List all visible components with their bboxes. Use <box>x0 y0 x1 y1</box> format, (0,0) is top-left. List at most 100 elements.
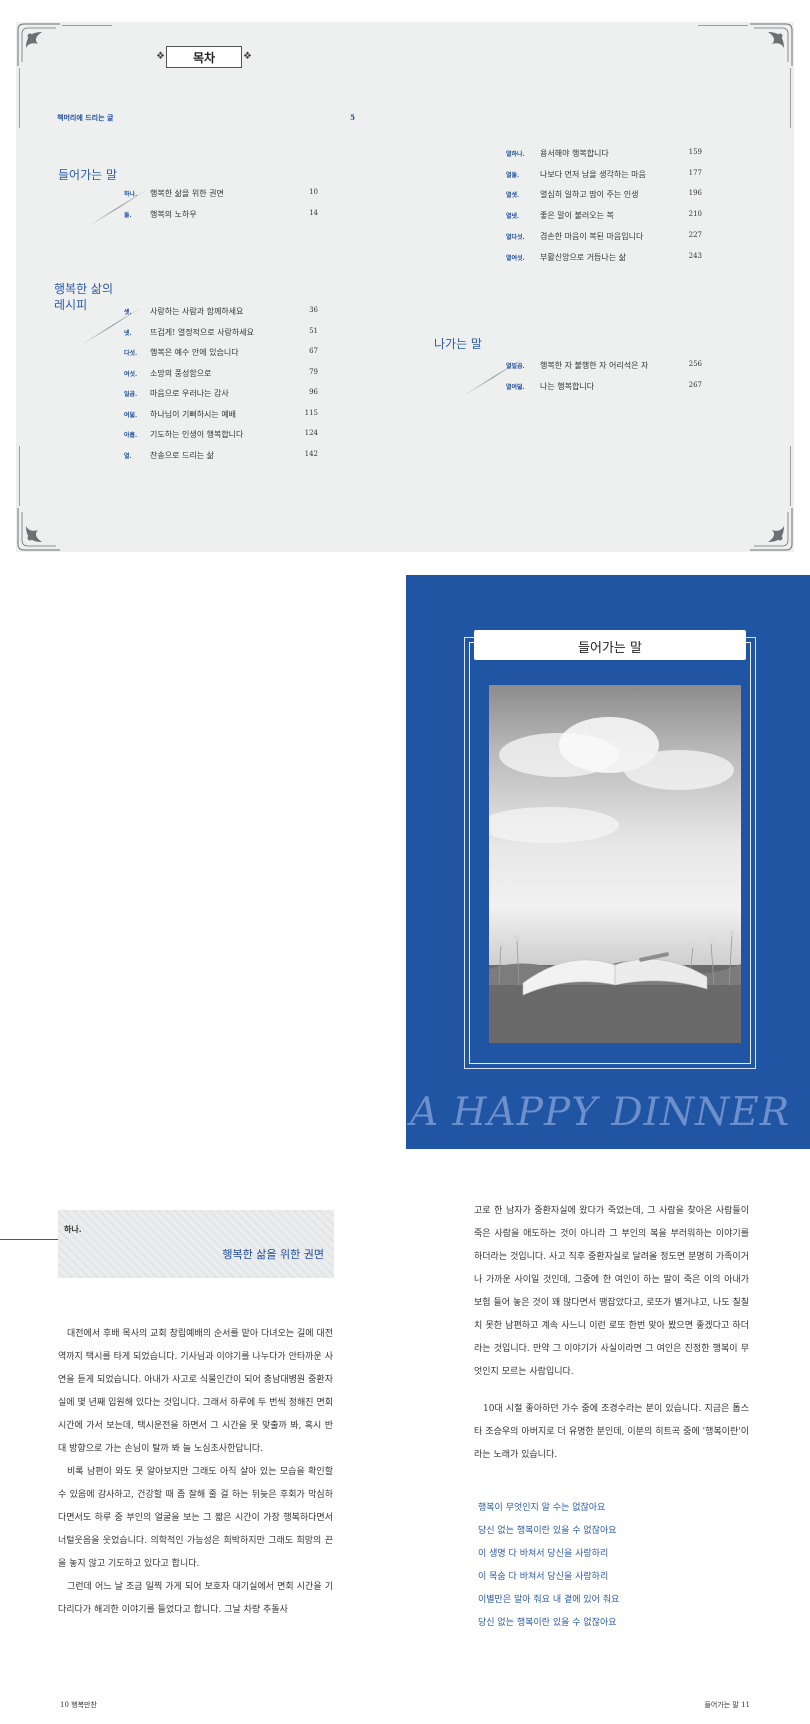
lyric-line: 당신 없는 행복이란 있을 수 없잖아요 <box>478 1526 617 1536</box>
toc-entry-number: 일곱. <box>124 391 138 398</box>
toc-entry[interactable]: 아홉. 기도하는 인생이 행복합니다 124 <box>124 429 318 443</box>
toc-entry-title: 마음으로 우러나는 감사 <box>150 389 229 398</box>
lyric-line: 이 생명 다 바쳐서 당신을 사랑하리 <box>478 1549 609 1559</box>
toc-entry-number: 열여섯. <box>506 254 525 262</box>
toc-entry-page: 159 <box>688 148 702 156</box>
toc-entry-page: 79 <box>309 367 318 376</box>
body-paragraph: 대전에서 후배 목사의 교회 창립예배의 순서를 맡아 다녀오는 길에 대전역까… <box>58 1329 333 1454</box>
toc-entry[interactable]: 열다섯. 겸손한 마음이 복된 마음입니다 227 <box>506 231 702 245</box>
toc-entry-title: 겸손한 마음이 복된 마음입니다 <box>540 231 644 241</box>
toc-entry[interactable]: 열. 찬송으로 드리는 삶 142 <box>124 450 318 464</box>
body-paragraph: 고로 한 남자가 중환자실에 왔다가 죽었는데, 그 사람을 찾아온 사람들이 … <box>474 1206 749 1377</box>
toc-entry-page: 210 <box>688 210 702 219</box>
toc-entry-page: 115 <box>304 408 318 417</box>
toc-entry-number: 다섯. <box>124 350 138 357</box>
toc-entry-title: 행복은 예수 안에 있습니다 <box>150 348 239 357</box>
toc-entry-title: 소망의 풍성함으로 <box>150 368 212 378</box>
photo-illustration <box>489 717 741 1043</box>
toc-entry-page: 142 <box>304 449 318 458</box>
chapter-title: 행복한 삶을 위한 권면 <box>222 1248 324 1261</box>
body-paragraph: 그런데 어느 날 조금 일찍 가게 되어 보호자 대기실에서 면회 시간을 기다… <box>58 1582 333 1615</box>
border-right-bottom <box>790 446 791 506</box>
diamond-ornament-icon: ❖ <box>243 51 252 62</box>
lyric-line: 이별만은 말아 줘요 내 곁에 있어 줘요 <box>478 1595 620 1605</box>
toc-entry[interactable]: 넷. 뜨겁게! 열정적으로 사랑하세요 51 <box>124 327 318 341</box>
toc-entry-number: 열여덟. <box>506 384 525 391</box>
toc-entry-page: 96 <box>309 388 318 396</box>
toc-entry-page: 124 <box>304 429 318 437</box>
chapter-opener-page: 들어가는 말 A HAPPY DINNER <box>406 575 810 1149</box>
toc-entry-page: 256 <box>688 360 702 368</box>
toc-preface-label: 책머리에 드리는 글 <box>57 113 114 122</box>
chapter-number: 하나. <box>64 1224 82 1234</box>
toc-entry-page: 67 <box>309 347 318 355</box>
toc-badge: ❖ 목차 ❖ <box>156 46 252 68</box>
body-column-left: 대전에서 후배 목사의 교회 창립예배의 순서를 맡아 다녀오는 길에 대전역까… <box>58 1323 333 1622</box>
toc-entry[interactable]: 다섯. 행복은 예수 안에 있습니다 67 <box>124 347 318 361</box>
toc-entry-number: 열셋. <box>506 192 520 200</box>
toc-entry-title: 용서해야 행복합니다 <box>540 149 609 158</box>
ornament-corner-icon <box>17 508 60 551</box>
toc-entry[interactable]: 열일곱. 행복한 자 불행한 자 어리석은 자 256 <box>506 360 702 374</box>
toc-entry[interactable]: 하나. 행복한 삶을 위한 권면 10 <box>124 188 318 202</box>
toc-entry[interactable]: 열여섯. 부활신앙으로 거듭나는 삶 243 <box>506 252 702 266</box>
chapter-rule <box>0 1239 58 1240</box>
body-paragraph: 10대 시절 좋아하던 가수 중에 조경수라는 분이 있습니다. 지금은 톱스타… <box>474 1404 749 1460</box>
toc-entry-page: 177 <box>688 168 702 177</box>
toc-entry-number: 넷. <box>124 329 132 337</box>
body-column-right: 고로 한 남자가 중환자실에 왔다가 죽었는데, 그 사람을 찾아온 사람들이 … <box>474 1200 749 1467</box>
toc-section-title: 나가는 말 <box>434 337 482 351</box>
toc-entry[interactable]: 열둘. 나보다 먼저 남을 생각하는 마음 177 <box>506 169 702 183</box>
song-lyrics: 행복이 무엇인지 알 수는 없잖아요 당신 없는 행복이란 있을 수 없잖아요 … <box>478 1497 758 1635</box>
border-left-bottom <box>19 446 20 506</box>
toc-entry-title: 뜨겁게! 열정적으로 사랑하세요 <box>150 327 254 337</box>
ornament-corner-icon <box>750 508 793 551</box>
toc-entry-page: 227 <box>688 230 702 239</box>
opener-title-plate: 들어가는 말 <box>474 630 746 660</box>
toc-entry-page: 267 <box>688 381 702 389</box>
opener-title: 들어가는 말 <box>578 641 642 656</box>
toc-entry-title: 사랑하는 사람과 함께하세요 <box>150 307 244 316</box>
toc-entry[interactable]: 열하나. 용서해야 행복합니다 159 <box>506 148 702 162</box>
lyric-line: 행복이 무엇인지 알 수는 없잖아요 <box>478 1503 606 1513</box>
open-book-on-grass-photo <box>489 685 741 1043</box>
toc-entry[interactable]: 여섯. 소망의 풍성함으로 79 <box>124 368 318 382</box>
toc-entry[interactable]: 여덟. 하나님이 기뻐하시는 예배 115 <box>124 409 318 423</box>
toc-entry-number: 여섯. <box>124 370 138 378</box>
toc-entry-page: 51 <box>309 326 318 335</box>
toc-entry-title: 기도하는 인생이 행복합니다 <box>150 430 244 439</box>
ornament-corner-icon <box>17 23 60 66</box>
toc-entry-number: 아홉. <box>124 432 138 439</box>
toc-entry[interactable]: 일곱. 마음으로 우러나는 감사 96 <box>124 388 318 402</box>
toc-entry-number: 열둘. <box>506 171 520 179</box>
border-top-right <box>698 25 748 26</box>
toc-entry[interactable]: 열여덟. 나는 행복합니다 267 <box>506 381 702 395</box>
border-top-left <box>62 25 112 26</box>
toc-entry-page: 243 <box>688 251 702 260</box>
toc-spread: ❖ 목차 ❖ 책머리에 드리는 글 5 들어가는 말 하나. 행복한 삶을 위한… <box>16 22 794 552</box>
toc-entry[interactable]: 셋. 사랑하는 사람과 함께하세요 36 <box>124 306 318 320</box>
border-right-top <box>790 68 791 128</box>
toc-entry[interactable]: 열넷. 좋은 말이 불러오는 복 210 <box>506 210 702 224</box>
toc-entry[interactable]: 둘. 행복의 노하우 14 <box>124 209 318 223</box>
happy-dinner-banner: A HAPPY DINNER <box>410 1090 791 1135</box>
toc-entry-number: 열넷. <box>506 213 520 221</box>
toc-entry-title: 찬송으로 드리는 삶 <box>150 450 214 460</box>
toc-entry-title: 부활신앙으로 거듭나는 삶 <box>540 252 627 262</box>
toc-entry[interactable]: 열셋. 열심히 일하고 땀이 주는 인생 196 <box>506 189 702 203</box>
toc-entry-number: 열하나. <box>506 151 525 158</box>
toc-heading: 목차 <box>192 51 216 65</box>
lyric-line: 이 목숨 다 바쳐서 당신을 사랑하리 <box>478 1572 609 1582</box>
toc-preface-page: 5 <box>350 113 355 122</box>
toc-entry-number: 열다섯. <box>506 233 525 241</box>
folio-right: 들어가는 말 11 <box>704 1701 750 1709</box>
toc-preface[interactable]: 책머리에 드리는 글 5 <box>57 113 355 123</box>
toc-entry-page: 36 <box>309 306 318 314</box>
toc-entry-page: 196 <box>688 189 702 198</box>
toc-entry-title: 나보다 먼저 남을 생각하는 마음 <box>540 169 646 179</box>
toc-entry-title: 열심히 일하고 땀이 주는 인생 <box>540 190 639 200</box>
border-left-top <box>19 68 20 128</box>
body-paragraph: 비록 남편이 와도 못 알아보지만 그래도 아직 살아 있는 모습을 확인할 수… <box>58 1467 333 1569</box>
lyric-line: 당신 없는 행복이란 있을 수 없잖아요 <box>478 1618 617 1628</box>
toc-entry-title: 행복한 자 불행한 자 어리석은 자 <box>540 361 649 370</box>
